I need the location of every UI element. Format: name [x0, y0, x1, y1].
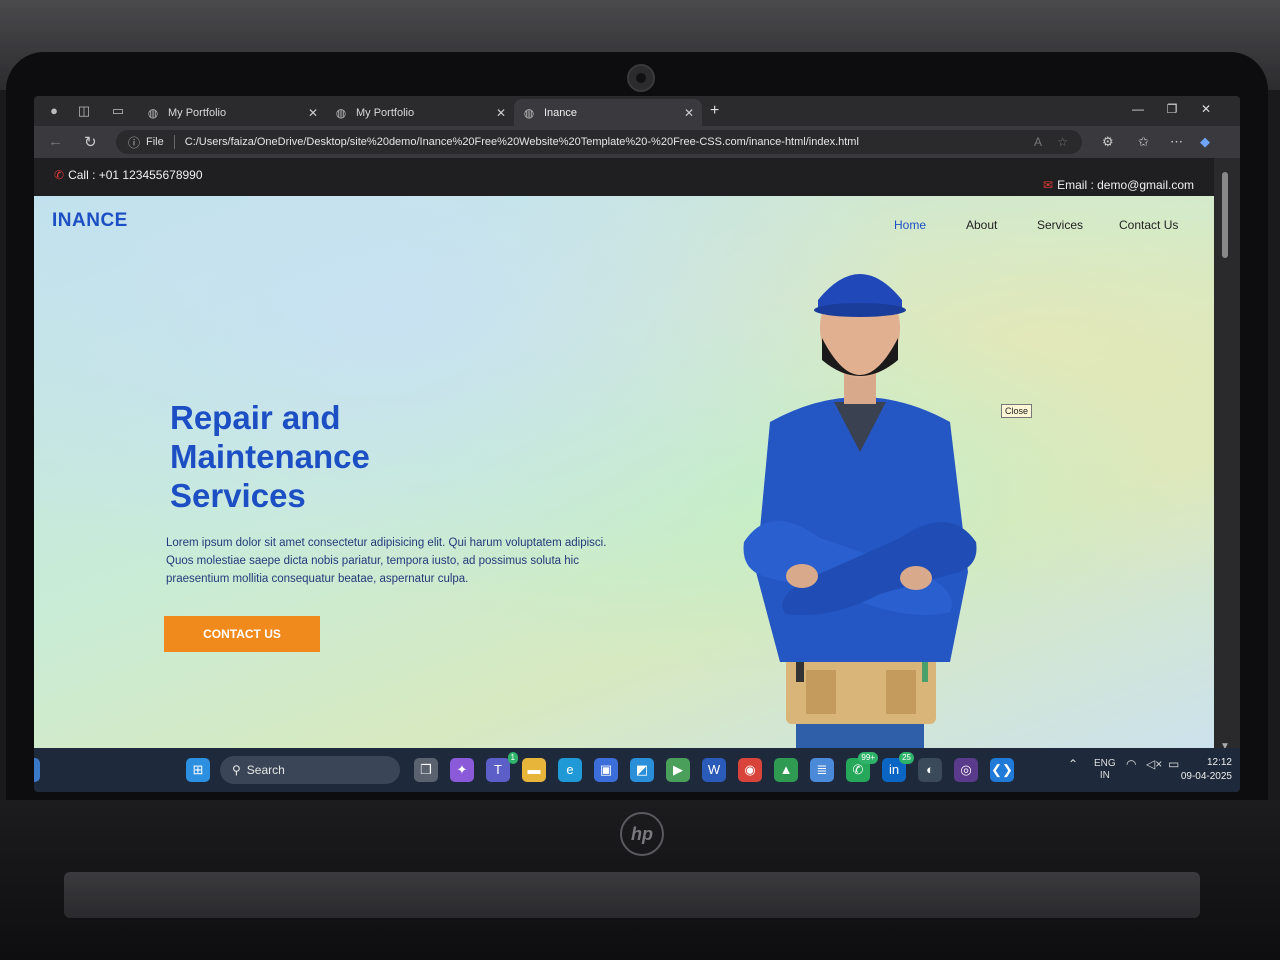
restore-icon[interactable]: ❐: [1162, 102, 1182, 116]
app-icon[interactable]: ◐: [918, 758, 942, 782]
call-text: Call : +01 123455678990: [68, 168, 203, 182]
hero-description: Lorem ipsum dolor sit amet consectetur a…: [166, 537, 607, 585]
browser-toolbar: ← ↻ ⓘ File C:/Users/faiza/OneDrive/Deskt…: [34, 126, 1240, 158]
hero-title: Repair and Maintenance Services: [170, 398, 490, 515]
contact-strip: ✆ Call : +01 123455678990 ✉ Email : demo@g…: [34, 158, 1214, 196]
language-indicator[interactable]: ENG IN: [1094, 758, 1116, 782]
edge-icon[interactable]: e: [558, 758, 582, 782]
battery-icon[interactable]: ▭: [1168, 758, 1179, 770]
email-text: Email : demo@gmail.com: [1057, 178, 1194, 192]
task-view-icon[interactable]: ❐: [414, 758, 438, 782]
window-close-icon[interactable]: ✕: [1196, 102, 1216, 116]
copilot-icon[interactable]: ◆: [1200, 134, 1210, 150]
whatsapp-icon[interactable]: ✆ 99+: [846, 752, 878, 782]
tab-inance[interactable]: ◍ Inance ✕: [514, 99, 702, 126]
volume-muted-icon[interactable]: ◁×: [1146, 758, 1162, 770]
time: 12:12: [1206, 757, 1232, 768]
search-icon: ⚲: [232, 763, 241, 777]
email-info[interactable]: ✉ Email : demo@gmail.com: [1043, 178, 1194, 192]
hp-logo: hp: [620, 812, 664, 856]
page-scrollbar[interactable]: ▼: [1214, 158, 1240, 758]
show-hidden-icons-icon[interactable]: ⌃: [1068, 758, 1078, 770]
linkedin-badge: 25: [899, 752, 914, 764]
hero-title-line: Services: [170, 477, 306, 514]
globe-icon: ◍: [147, 105, 159, 120]
tab-my-portfolio-1[interactable]: ◍ My Portfolio ✕: [138, 99, 326, 126]
divider: [173, 135, 175, 149]
search-label: Search: [246, 763, 285, 777]
tab-title: Inance: [544, 106, 578, 119]
store-icon[interactable]: ▣: [594, 758, 618, 782]
teams-icon[interactable]: T1: [486, 752, 518, 782]
globe-icon: ◍: [523, 105, 535, 120]
vscode-icon[interactable]: ❮❯: [990, 758, 1014, 782]
word-icon[interactable]: W: [702, 758, 726, 782]
tab-title: My Portfolio: [356, 106, 415, 119]
windows-taskbar: ▦ ⊞ ⚲ Search ❐ ✦ T1 ▬ e ▣ ◩ ▶ W ◉ ▲ ≣ ✆9…: [34, 748, 1240, 792]
tab-my-portfolio-2[interactable]: ◍ My Portfolio ✕: [326, 99, 514, 126]
read-aloud-icon[interactable]: A: [1034, 135, 1042, 149]
close-icon[interactable]: ✕: [684, 106, 694, 120]
call-info[interactable]: ✆ Call : +01 123455678990: [54, 168, 203, 182]
browser-tab-bar: ● ◫ ▭ ◍ My Portfolio ✕ ◍ My Portfolio ✕ …: [34, 96, 1240, 126]
extensions-icon[interactable]: ⚙: [1102, 134, 1114, 150]
hero-title-line: Repair and: [170, 399, 341, 436]
favorite-star-icon[interactable]: ☆: [1057, 135, 1068, 149]
webcam: [627, 64, 655, 92]
photos-icon[interactable]: ◩: [630, 758, 654, 782]
envelope-icon: ✉: [1043, 178, 1054, 192]
clipchamp-icon[interactable]: ▶: [666, 758, 690, 782]
site-logo[interactable]: INANCE: [52, 210, 128, 232]
nav-services[interactable]: Services: [1037, 218, 1083, 232]
workspaces-icon[interactable]: ◫: [76, 103, 92, 119]
nav-contact-us[interactable]: Contact Us: [1119, 218, 1178, 232]
nav-home[interactable]: Home: [894, 218, 926, 232]
taskbar-search[interactable]: ⚲ Search: [220, 756, 400, 784]
hero-title-line: Maintenance: [170, 438, 370, 475]
tab-title: My Portfolio: [168, 106, 227, 119]
linkedin-icon[interactable]: in 25: [882, 752, 914, 782]
info-icon[interactable]: ⓘ: [128, 134, 140, 151]
close-icon[interactable]: ✕: [308, 106, 318, 120]
taskbar-clock[interactable]: 12:12 09-04-2025: [1181, 756, 1232, 784]
laptop-screen: ● ◫ ▭ ◍ My Portfolio ✕ ◍ My Portfolio ✕ …: [34, 96, 1240, 792]
minimize-icon[interactable]: —: [1128, 102, 1148, 116]
start-menu-icon[interactable]: ⊞: [186, 758, 210, 782]
copilot-app-icon[interactable]: ✦: [450, 758, 474, 782]
scrollbar-thumb[interactable]: [1222, 172, 1228, 258]
globe-icon: ◍: [335, 105, 347, 120]
url-text[interactable]: C:/Users/faiza/OneDrive/Desktop/site%20d…: [185, 136, 859, 148]
github-icon[interactable]: ◎: [954, 758, 978, 782]
whatsapp-badge: 99+: [858, 752, 878, 764]
phone-icon: ✆: [54, 168, 65, 182]
region-code: IN: [1099, 770, 1110, 781]
reload-icon[interactable]: ↻: [84, 133, 97, 151]
date: 09-04-2025: [1180, 771, 1232, 782]
laptop-hinge: [64, 872, 1200, 918]
drive-icon[interactable]: ▲: [774, 758, 798, 782]
notepad-icon[interactable]: ≣: [810, 758, 834, 782]
language-code: ENG: [1094, 758, 1116, 769]
back-icon[interactable]: ←: [48, 133, 63, 150]
address-bar[interactable]: ⓘ File C:/Users/faiza/OneDrive/Desktop/s…: [116, 130, 1082, 154]
worker-image: [743, 274, 977, 758]
scheme-label: File: [146, 136, 164, 148]
webpage: ✆ Call : +01 123455678990 ✉ Email : demo@g…: [34, 158, 1214, 758]
nav-about[interactable]: About: [966, 218, 997, 232]
profile-icon[interactable]: ●: [46, 103, 62, 119]
close-icon[interactable]: ✕: [496, 106, 506, 120]
chrome-icon[interactable]: ◉: [738, 758, 762, 782]
file-explorer-icon[interactable]: ▬: [522, 758, 546, 782]
widgets-icon[interactable]: ▦: [34, 758, 40, 782]
favorites-icon[interactable]: ✩: [1138, 134, 1149, 150]
contact-us-button[interactable]: CONTACT US: [164, 616, 320, 652]
more-menu-icon[interactable]: ⋯: [1170, 134, 1183, 150]
tab-actions-icon[interactable]: ▭: [110, 103, 126, 119]
wifi-icon[interactable]: ◠: [1126, 758, 1136, 770]
teams-badge: 1: [507, 752, 518, 764]
new-tab-button[interactable]: +: [710, 102, 719, 120]
